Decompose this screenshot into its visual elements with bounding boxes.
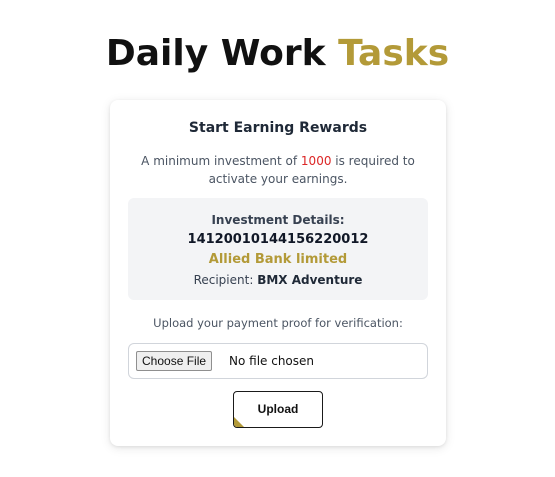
choose-file-button[interactable]: Choose File: [136, 351, 213, 371]
details-heading: Investment Details:: [211, 213, 345, 227]
file-status: No file chosen: [229, 354, 315, 368]
upload-instruction: Upload your payment proof for verificati…: [153, 316, 403, 330]
recipient-label: Recipient:: [193, 273, 258, 287]
upload-button[interactable]: Upload: [233, 391, 323, 428]
account-number: 14120010144156220012: [187, 232, 369, 247]
minimum-amount: 1000: [300, 154, 332, 168]
recipient-name: BMX Adventure: [257, 273, 363, 287]
card-title: Start Earning Rewards: [188, 120, 368, 136]
investment-details-box: Investment Details: 14120010144156220012…: [128, 198, 428, 300]
page: Daily Work Tasks Start Earning Rewards A…: [0, 0, 555, 477]
rewards-card: Start Earning Rewards A minimum investme…: [110, 100, 446, 446]
page-title: Daily Work Tasks: [0, 30, 555, 78]
investment-description: A minimum investment of 1000 is required…: [130, 152, 426, 188]
recipient: Recipient: BMX Adventure: [128, 271, 428, 289]
page-title-accent: Tasks: [338, 33, 450, 74]
bank-name: Allied Bank limited: [208, 252, 348, 267]
description-prefix: A minimum investment of: [141, 154, 301, 168]
payment-proof-file-input[interactable]: Choose File No file chosen: [128, 343, 428, 379]
page-title-main: Daily Work: [105, 33, 339, 74]
upload-button-label: Upload: [257, 402, 299, 416]
